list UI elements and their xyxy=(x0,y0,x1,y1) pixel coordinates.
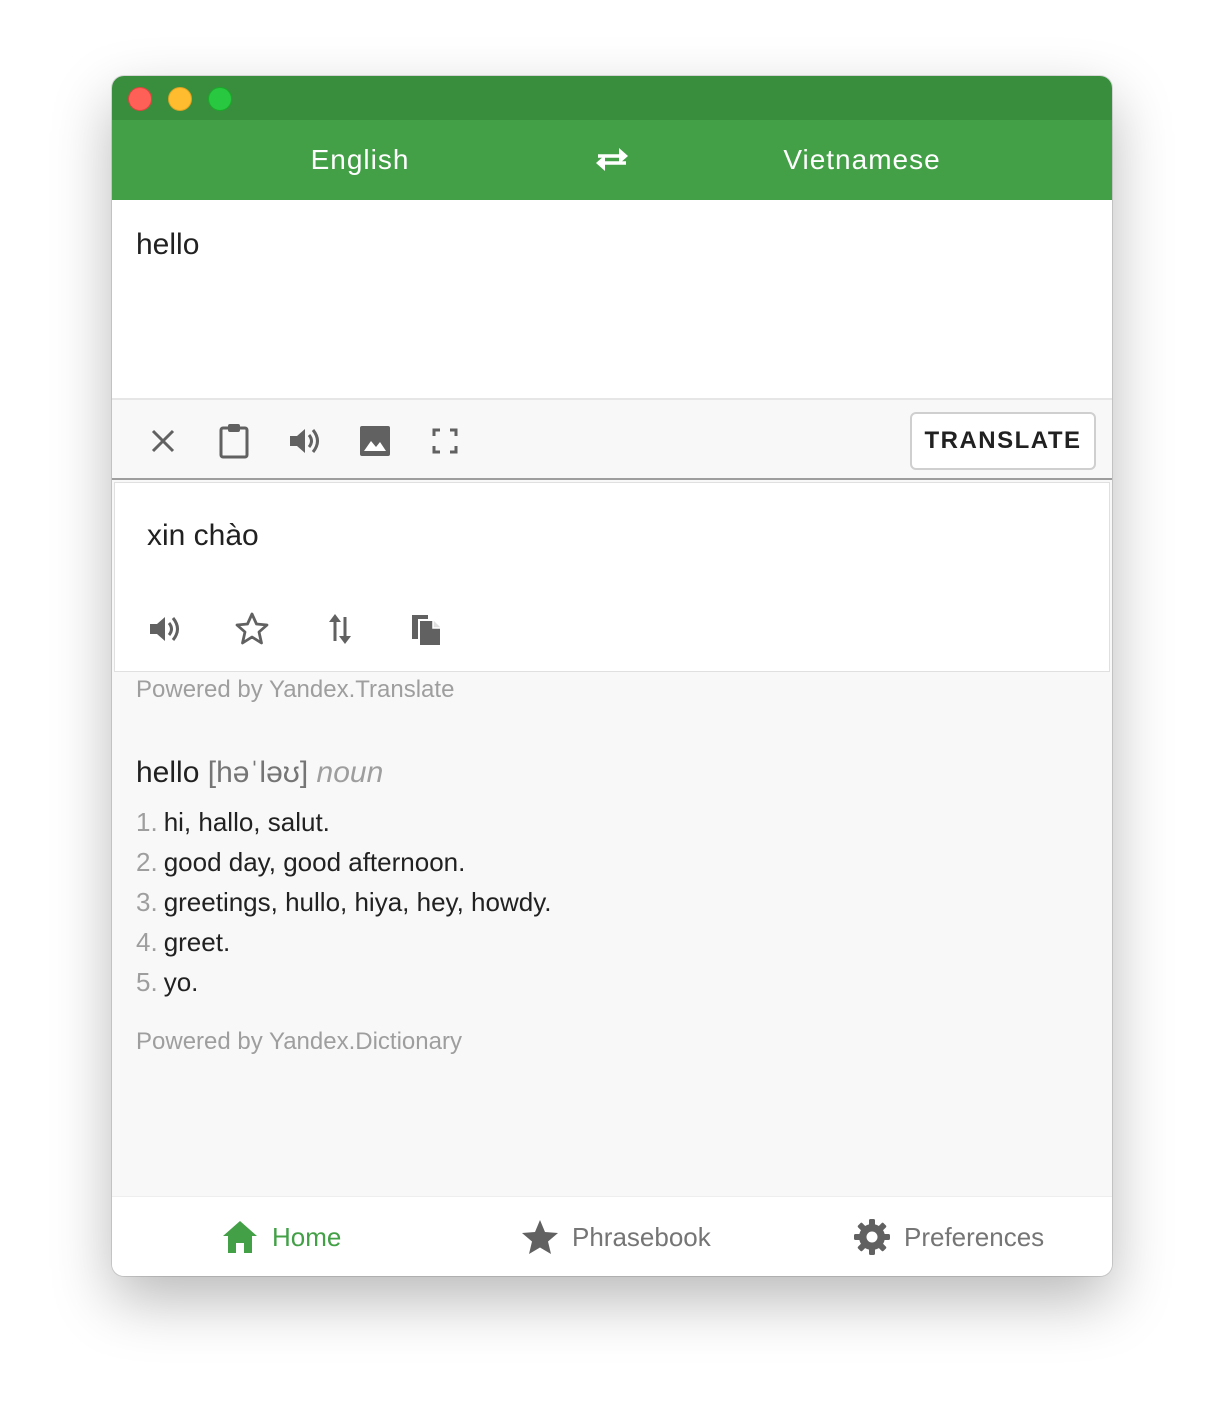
bottom-navigation: Home Phrasebook Preferences xyxy=(112,1196,1112,1276)
minimize-window-button[interactable] xyxy=(168,87,192,111)
close-icon xyxy=(151,429,175,453)
input-area xyxy=(112,200,1112,400)
definition-text: good day, good afternoon. xyxy=(163,847,466,877)
language-bar: English Vietnamese xyxy=(112,120,1112,200)
definition-text: yo. xyxy=(163,967,199,997)
nav-home[interactable]: Home xyxy=(220,1197,341,1276)
definition-number: 2. xyxy=(136,847,158,877)
dictionary-phonetic: [həˈləʊ] xyxy=(207,756,309,789)
speaker-icon xyxy=(150,617,179,641)
title-bar xyxy=(112,76,1112,120)
image-icon xyxy=(360,426,390,456)
dictionary-part-of-speech: noun xyxy=(316,756,384,789)
definition-text: greetings, hullo, hiya, hey, howdy. xyxy=(163,887,552,917)
dictionary-attribution[interactable]: Powered by Yandex.Dictionary xyxy=(136,1028,462,1056)
swap-translation-button[interactable] xyxy=(320,609,360,649)
dictionary-word: hello xyxy=(136,756,200,789)
translate-button[interactable]: TRANSLATE xyxy=(910,412,1096,470)
dictionary-definitions: 1. hi, hallo, salut. 2. good day, good aft… xyxy=(136,802,552,1002)
input-toolbar: TRANSLATE xyxy=(112,402,1112,480)
fullscreen-button[interactable] xyxy=(425,421,465,461)
nav-phrasebook-label: Phrasebook xyxy=(572,1221,711,1252)
listen-source-button[interactable] xyxy=(285,421,325,461)
definition-number: 3. xyxy=(136,887,158,917)
definition-item: 1. hi, hallo, salut. xyxy=(136,802,552,842)
definition-text: greet. xyxy=(163,927,231,957)
swap-vertical-icon xyxy=(329,614,351,644)
clear-button[interactable] xyxy=(143,421,183,461)
star-icon xyxy=(522,1220,558,1254)
definition-item: 2. good day, good afternoon. xyxy=(136,842,552,882)
nav-preferences[interactable]: Preferences xyxy=(852,1197,1044,1276)
definition-number: 5. xyxy=(136,967,158,997)
app-window: English Vietnamese hello TRANSLATE xin c… xyxy=(112,76,1112,1276)
star-outline-icon xyxy=(235,612,269,645)
swap-languages-button[interactable] xyxy=(592,142,632,178)
nav-phrasebook[interactable]: Phrasebook xyxy=(520,1197,711,1276)
close-window-button[interactable] xyxy=(128,87,152,111)
translate-attribution[interactable]: Powered by Yandex.Translate xyxy=(136,676,454,704)
swap-icon xyxy=(596,148,628,171)
definition-item: 4. greet. xyxy=(136,922,552,962)
copy-button[interactable] xyxy=(406,609,446,649)
source-language-button[interactable]: English xyxy=(232,120,488,200)
target-language-button[interactable]: Vietnamese xyxy=(734,120,990,200)
zoom-window-button[interactable] xyxy=(208,87,232,111)
nav-preferences-label: Preferences xyxy=(904,1221,1045,1252)
definition-text: hi, hallo, salut. xyxy=(163,807,330,837)
nav-home-label: Home xyxy=(272,1221,342,1252)
image-translate-button[interactable] xyxy=(355,421,395,461)
dictionary-heading: hello [həˈləʊ] noun xyxy=(136,756,383,790)
speaker-icon xyxy=(290,429,319,453)
gear-icon xyxy=(854,1219,890,1255)
paste-button[interactable] xyxy=(214,421,254,461)
definition-item: 3. greetings, hullo, hiya, hey, howdy. xyxy=(136,882,552,922)
translation-result-text: xin chào xyxy=(147,519,259,552)
listen-result-button[interactable] xyxy=(145,609,185,649)
definition-number: 4. xyxy=(136,927,158,957)
translation-result-card: xin chào xyxy=(114,482,1110,672)
copy-icon xyxy=(412,615,442,647)
home-icon xyxy=(223,1221,257,1253)
clipboard-icon xyxy=(219,424,249,459)
fullscreen-icon xyxy=(432,428,458,454)
definition-item: 5. yo. xyxy=(136,962,552,1002)
definition-number: 1. xyxy=(136,807,158,837)
source-text-input[interactable] xyxy=(136,228,1076,262)
add-to-phrasebook-button[interactable] xyxy=(232,609,272,649)
